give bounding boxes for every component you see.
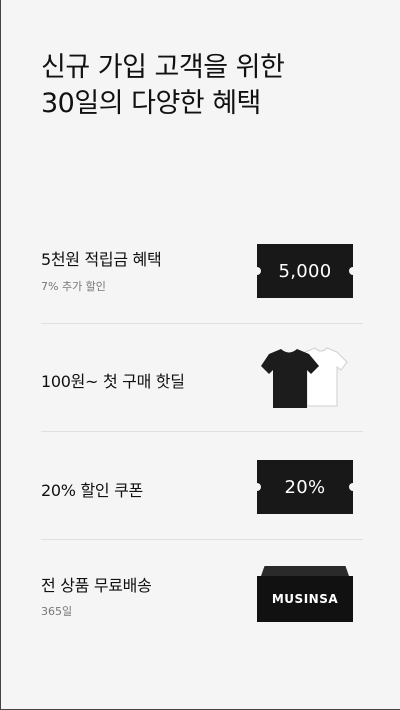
tshirts-icon — [261, 347, 348, 408]
title-line-2: 30일의 다양한 혜택 — [41, 88, 261, 119]
benefit-sublabel: 365일 — [41, 605, 73, 618]
benefit-discount-coupon: 20% 할인 쿠폰 20% — [41, 432, 363, 539]
box-brand-text: MUSINSA — [271, 592, 339, 606]
box-lid — [261, 566, 349, 576]
benefit-label: 100원~ 첫 구매 핫딜 — [41, 372, 185, 391]
benefit-first-purchase-deal: 100원~ 첫 구매 핫딜 — [41, 324, 363, 431]
shipping-box-icon: MUSINSA — [257, 566, 353, 622]
benefit-sublabel: 7% 추가 할인 — [41, 280, 106, 293]
ticket-value: 20% — [284, 476, 326, 498]
page-frame: 신규 가입 고객을 위한 30일의 다양한 혜택 5천원 적립금 혜택 7% 추… — [0, 0, 400, 710]
coupon-ticket-icon: 20% — [253, 460, 357, 514]
benefit-label: 전 상품 무료배송 — [41, 576, 152, 595]
page-title: 신규 가입 고객을 위한 30일의 다양한 혜택 — [41, 50, 285, 122]
ticket-value: 5,000 — [278, 260, 332, 282]
benefit-label: 20% 할인 쿠폰 — [41, 481, 143, 500]
benefit-label: 5천원 적립금 혜택 — [41, 250, 162, 269]
benefit-free-shipping: 전 상품 무료배송 365일 MUSINSA — [41, 540, 363, 647]
benefit-reward-points: 5천원 적립금 혜택 7% 추가 할인 5,000 — [41, 230, 363, 337]
box-body: MUSINSA — [257, 576, 353, 622]
title-line-1: 신규 가입 고객을 위한 — [41, 52, 285, 83]
coupon-ticket-icon: 5,000 — [253, 244, 357, 298]
